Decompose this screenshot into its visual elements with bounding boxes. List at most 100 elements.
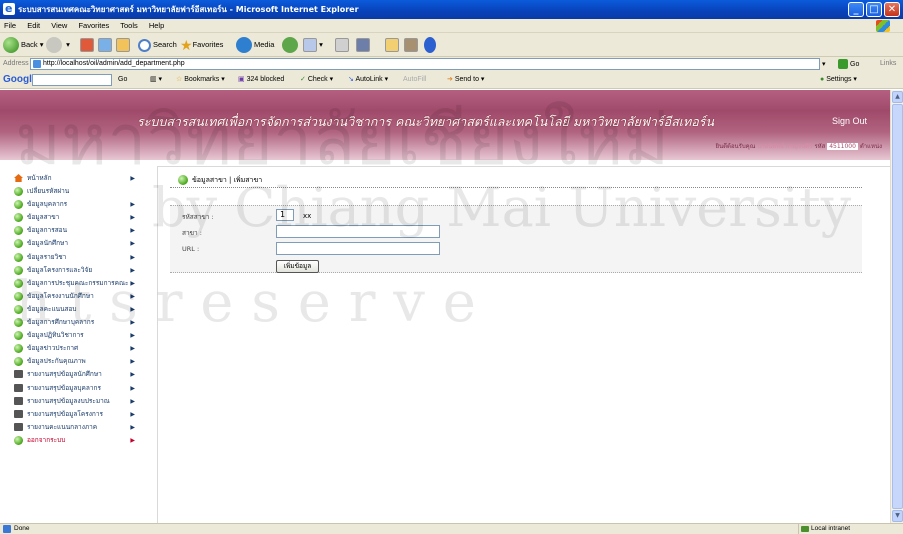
sidebar-item-label: เปลี่ยนรหัสผ่าน	[27, 187, 70, 196]
search-button[interactable]: Search	[138, 36, 177, 54]
sidebar-item[interactable]: ข้อมูลการศึกษาบุคลากร ▶	[13, 316, 143, 329]
sidebar-item[interactable]: รายงานสรุปข้อมูลโครงการ ▶	[13, 408, 143, 421]
scroll-down-button[interactable]: ▼	[892, 510, 903, 522]
windows-logo-icon	[876, 20, 890, 32]
sidebar-item-label: ข้อมูลปฏิทินวิชาการ	[27, 331, 84, 340]
sidebar-item[interactable]: ข้อมูลประกันคุณภาพ ▶	[13, 355, 143, 368]
sidebar-item[interactable]: ข้อมูลโครงงานนักศึกษา ▶	[13, 290, 143, 303]
google-toolbar: Google Go ▥ ▾ ☆ Bookmarks ▾ ▣ 324 blocke…	[0, 71, 903, 89]
sidebar-nav: หน้าหลัก ▶ เปลี่ยนรหัสผ่าน ข้อมูลบุคลากร ▶ ข้…	[13, 172, 143, 447]
submenu-arrow-icon: ▶	[130, 332, 135, 340]
maximize-button[interactable]: □	[866, 2, 882, 17]
discuss-button[interactable]	[385, 36, 399, 54]
menu-tools[interactable]: Tools	[120, 21, 138, 30]
submenu-arrow-icon: ▶	[130, 371, 135, 379]
scroll-thumb[interactable]	[892, 104, 903, 509]
bookmarks-button[interactable]: ☆ Bookmarks ▾	[176, 71, 225, 89]
submenu-arrow-icon: ▶	[130, 240, 135, 248]
sidebar-item-label: รายงานคะแนนกลางภาค	[27, 422, 98, 431]
go-button[interactable]: Go	[838, 58, 859, 72]
sidebar-item[interactable]: ข้อมูลการประชุมคณะกรรมการคณะ ▶	[13, 277, 143, 290]
breadcrumb-divider	[170, 187, 862, 188]
sidebar-item[interactable]: เปลี่ยนรหัสผ่าน	[13, 185, 143, 198]
page-scrollbar[interactable]: ▲ ▼	[890, 90, 903, 523]
submenu-arrow-icon: ▶	[130, 397, 135, 405]
home-icon	[14, 174, 23, 182]
menu-edit[interactable]: Edit	[27, 21, 40, 30]
history-button[interactable]	[282, 36, 300, 54]
sidebar-item[interactable]: รายงานสรุปข้อมูลนักศึกษา ▶	[13, 368, 143, 381]
send-to-button[interactable]: ➜ Send to ▾	[447, 71, 484, 89]
menu-help[interactable]: Help	[149, 21, 164, 30]
sidebar-item-label: รายงานสรุปข้อมูลงบประมาณ	[27, 396, 110, 405]
media-button[interactable]: Media	[236, 36, 274, 54]
edit-button[interactable]	[356, 36, 370, 54]
bullet-icon	[14, 187, 23, 197]
refresh-button[interactable]	[98, 36, 112, 54]
sidebar-item[interactable]: หน้าหลัก ▶	[13, 172, 143, 185]
sidebar-item-label: ข้อมูลนักศึกษา	[27, 239, 68, 248]
report-book-icon	[14, 396, 23, 405]
forward-button[interactable]: ▾	[46, 36, 70, 54]
sidebar-item[interactable]: ข้อมูลสาขา ▶	[13, 211, 143, 224]
sidebar-item[interactable]: ข้อมูลข่าวประกาศ ▶	[13, 342, 143, 355]
links-button[interactable]: Links	[880, 57, 896, 71]
sidebar-item[interactable]: รายงานสรุปข้อมูลงบประมาณ ▶	[13, 395, 143, 408]
add-data-button[interactable]: เพิ่มข้อมูล	[276, 260, 319, 273]
sidebar-item[interactable]: ข้อมูลปฏิทินวิชาการ ▶	[13, 329, 143, 342]
sidebar-item[interactable]: ข้อมูลนักศึกษา ▶	[13, 237, 143, 250]
research-button[interactable]	[404, 36, 418, 54]
browser-toolbar: Back ▾ ▾ Search ★Favorites Media ▾	[0, 33, 903, 57]
submenu-arrow-icon: ▶	[130, 201, 135, 209]
bullet-icon	[14, 304, 23, 314]
address-dropdown-icon[interactable]: ▾	[822, 58, 826, 72]
sidebar-item[interactable]: ข้อมูลบุคลากร ▶	[13, 198, 143, 211]
print-button[interactable]	[335, 36, 349, 54]
bullet-icon	[14, 331, 23, 341]
menu-view[interactable]: View	[51, 21, 67, 30]
department-name-field[interactable]	[276, 225, 440, 238]
minimize-button[interactable]: _	[848, 2, 864, 17]
menu-file[interactable]: File	[4, 21, 16, 30]
sidebar-item[interactable]: รายงานสรุปข้อมูลบุคลากร ▶	[13, 382, 143, 395]
google-settings-button[interactable]: ● Settings ▾	[820, 71, 857, 89]
pagerank-icon[interactable]: ▥ ▾	[150, 71, 162, 89]
spell-check-button[interactable]: ✓ Check ▾	[300, 71, 333, 89]
sign-out-link[interactable]: Sign Out	[832, 116, 867, 126]
status-text: Done	[3, 525, 30, 533]
stop-button[interactable]	[80, 36, 94, 54]
sidebar-item-label: ข้อมูลการประชุมคณะกรรมการคณะ	[27, 278, 129, 287]
mail-button[interactable]: ▾	[303, 36, 323, 54]
bullet-icon	[14, 265, 23, 275]
sidebar-item[interactable]: รายงานคะแนนกลางภาค ▶	[13, 421, 143, 434]
messenger-button[interactable]	[424, 36, 438, 54]
department-url-field[interactable]	[276, 242, 440, 255]
close-button[interactable]: ✕	[884, 2, 900, 17]
submenu-arrow-icon: ▶	[130, 175, 135, 182]
sidebar-item[interactable]: ข้อมูลโครงการและวิจัย ▶	[13, 264, 143, 277]
favorites-button[interactable]: ★Favorites	[180, 36, 223, 54]
address-input[interactable]: http://localhost/oil/admin/add_departmen…	[30, 58, 820, 70]
home-button[interactable]	[116, 36, 130, 54]
bullet-icon	[14, 344, 23, 354]
back-arrow-icon	[3, 37, 19, 54]
back-button[interactable]: Back ▾	[3, 36, 44, 54]
department-code-field[interactable]: 1	[276, 209, 294, 221]
sidebar-item[interactable]: ออกจากระบบ ▶	[13, 434, 143, 447]
google-search-input[interactable]	[32, 74, 112, 86]
popup-blocker-button[interactable]: ▣ 324 blocked	[238, 71, 284, 89]
google-go-button[interactable]: Go	[118, 71, 127, 89]
sidebar-item-label: รายงานสรุปข้อมูลโครงการ	[27, 409, 103, 418]
menu-favorites[interactable]: Favorites	[78, 21, 109, 30]
autofill-button[interactable]: AutoFill	[403, 71, 426, 89]
submenu-arrow-icon: ▶	[130, 292, 135, 300]
sidebar-item[interactable]: ข้อมูลรายวิชา ▶	[13, 251, 143, 264]
sidebar-item[interactable]: ข้อมูลคะแนนสอบ ▶	[13, 303, 143, 316]
report-book-icon	[14, 409, 23, 418]
bullet-icon	[14, 435, 23, 445]
sidebar-item-label: ข้อมูลการสอน	[27, 226, 68, 235]
scroll-up-button[interactable]: ▲	[892, 91, 903, 103]
autolink-button[interactable]: ↘ AutoLink ▾	[348, 71, 388, 89]
sidebar-item[interactable]: ข้อมูลการสอน ▶	[13, 224, 143, 237]
print-icon	[335, 38, 349, 53]
